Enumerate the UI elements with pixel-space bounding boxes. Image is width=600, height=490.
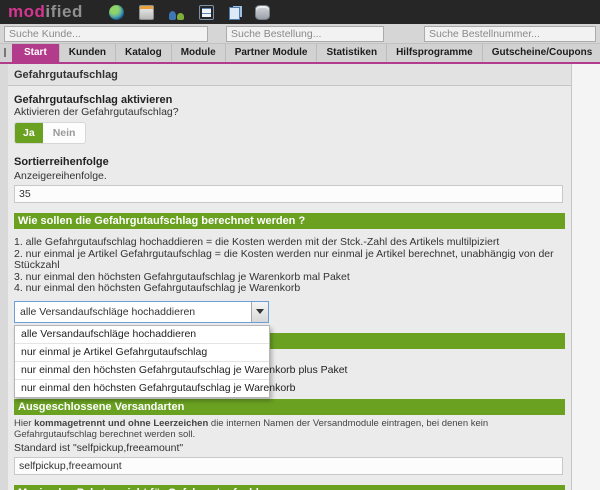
dropdown-option[interactable]: nur einmal je Artikel Gefahrgutaufschlag (15, 344, 269, 362)
excluded-description-prefix: Hier (14, 418, 34, 429)
chevron-down-icon[interactable] (251, 302, 268, 322)
no-button[interactable]: Nein (43, 123, 86, 143)
tab-kunden[interactable]: Kunden (60, 44, 116, 62)
excluded-description-bold: kommagetrennt und ohne Leerzeichen (34, 418, 208, 429)
dropdown-option[interactable]: nur einmal den höchsten Gefahrgutaufschl… (15, 380, 269, 397)
calculation-info-line: 1. alle Gefahrgutaufschlag hochaddieren … (14, 237, 565, 249)
topbar-icons (109, 5, 270, 20)
calculation-select[interactable]: alle Versandaufschläge hochaddieren (14, 301, 269, 323)
globe-icon[interactable] (109, 5, 124, 20)
tasks-icon[interactable] (199, 5, 214, 20)
dropdown-option[interactable]: nur einmal den höchsten Gefahrgutaufschl… (15, 362, 269, 380)
database-icon[interactable] (255, 5, 270, 20)
calculation-info-line: 4. nur einmal den höchsten Gefahrgutaufs… (14, 283, 565, 295)
logo-text-primary: mod (8, 2, 45, 21)
calculation-info-list: 1. alle Gefahrgutaufschlag hochaddieren … (14, 237, 565, 295)
tab-gutscheine-coupons[interactable]: Gutscheine/Coupons (483, 44, 600, 62)
calculation-info-line: 2. nur einmal je Artikel Gefahrgutaufsch… (14, 249, 565, 272)
calculation-dropdown-popup: alle Versandaufschläge hochaddieren nur … (14, 325, 270, 398)
excluded-default-note: Standard ist "selfpickup,freeamount" (14, 442, 565, 454)
page-title: Gefahrgutaufschlag (8, 64, 571, 86)
topbar: modified (0, 0, 600, 24)
yes-button[interactable]: Ja (15, 123, 43, 143)
orders-icon[interactable] (139, 5, 154, 20)
right-gutter (572, 64, 600, 490)
tab-partner-module[interactable]: Partner Module (226, 44, 318, 62)
main-nav-tabs: Start Kunden Katalog Module Partner Modu… (0, 44, 600, 62)
activate-question: Aktivieren der Gefahrgutaufschlag? (14, 106, 565, 118)
excluded-description: Hier kommagetrennt und ohne Leerzeichen … (14, 418, 565, 440)
calculation-select-value: alle Versandaufschläge hochaddieren (15, 302, 251, 322)
tab-start[interactable]: Start (12, 44, 60, 62)
tab-statistiken[interactable]: Statistiken (317, 44, 387, 62)
activate-toggle: Ja Nein (14, 122, 86, 144)
sort-order-input[interactable] (14, 185, 563, 203)
tab-katalog[interactable]: Katalog (116, 44, 172, 62)
search-customer-input[interactable] (4, 26, 208, 42)
activate-heading: Gefahrgutaufschlag aktivieren (14, 94, 565, 106)
max-weight-section-header: Maximales Paketgewicht für Gefahrgutaufs… (14, 485, 565, 490)
search-ordernumber-input[interactable] (424, 26, 596, 42)
sort-description: Anzeigereihenfolge. (14, 170, 565, 182)
language-flag-icon[interactable] (4, 48, 6, 57)
search-row (0, 24, 600, 44)
customers-icon[interactable] (169, 5, 184, 20)
calculation-section-header: Wie sollen die Gefahrgutaufschlag berech… (14, 213, 565, 229)
search-order-input[interactable] (226, 26, 384, 42)
tab-hilfsprogramme[interactable]: Hilfsprogramme (387, 44, 483, 62)
excluded-section-header: Ausgeschlossene Versandarten (14, 399, 565, 415)
tab-module[interactable]: Module (172, 44, 226, 62)
dropdown-option[interactable]: alle Versandaufschläge hochaddieren (15, 326, 269, 344)
sort-heading: Sortierreihenfolge (14, 156, 565, 168)
content-panel: Gefahrgutaufschlag Gefahrgutaufschlag ak… (8, 64, 572, 490)
logo-text-secondary: ified (45, 2, 82, 21)
pages-icon[interactable] (229, 7, 240, 20)
excluded-shipping-input[interactable] (14, 457, 563, 475)
left-gutter (0, 64, 8, 490)
app-logo: modified (8, 0, 83, 24)
